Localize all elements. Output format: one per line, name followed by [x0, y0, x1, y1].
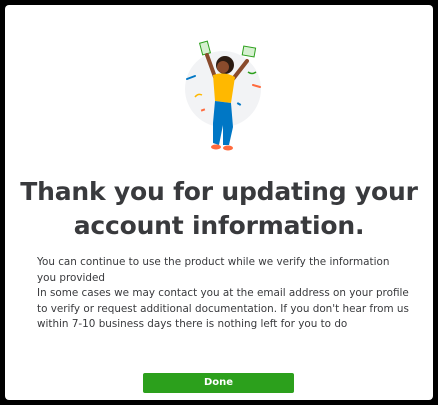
celebrating-person-illustration	[185, 40, 261, 151]
message-paragraph-contact: In some cases we may contact you at the …	[37, 287, 409, 331]
message-paragraph-verify: You can continue to use the product whil…	[37, 256, 390, 284]
screen-frame: Thank you for updating your account info…	[0, 0, 438, 405]
dialog-title: Thank you for updating your account info…	[20, 177, 418, 240]
done-button[interactable]: Done	[143, 373, 294, 393]
dialog-message: You can continue to use the product whil…	[37, 255, 409, 333]
confirmation-dialog: Thank you for updating your account info…	[5, 5, 433, 400]
